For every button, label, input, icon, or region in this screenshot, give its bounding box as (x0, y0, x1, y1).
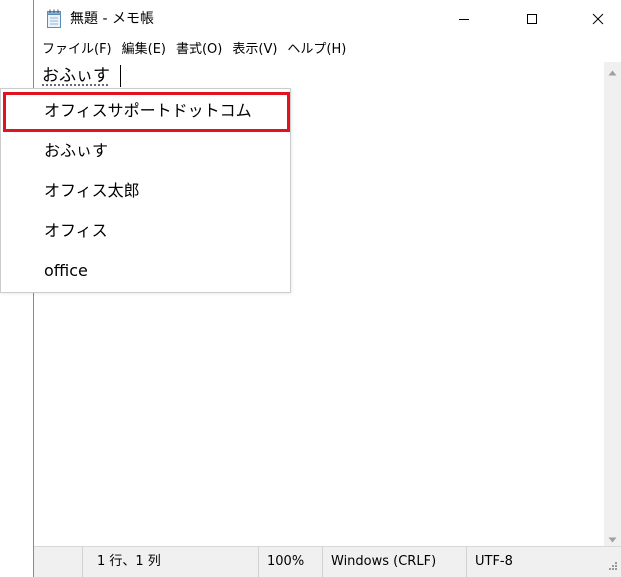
scroll-up-button[interactable] (604, 62, 621, 79)
selected-candidate-highlight (3, 92, 290, 132)
menu-help[interactable]: ヘルプ(H) (283, 40, 350, 60)
menu-file[interactable]: ファイル(F) (38, 40, 116, 60)
menu-edit[interactable]: 編集(E) (118, 40, 170, 60)
candidate-item[interactable]: オフィス (1, 211, 290, 251)
minimize-button[interactable] (441, 0, 487, 38)
candidate-item[interactable]: office (1, 251, 290, 291)
scroll-down-button[interactable] (604, 529, 621, 546)
title-bar[interactable]: 無題 - メモ帳 (34, 0, 621, 38)
minimize-icon (458, 10, 470, 29)
status-bar: 1 行、1 列 100% Windows (CRLF) UTF-8 (34, 546, 621, 577)
status-encoding: UTF-8 (466, 547, 604, 577)
menu-bar: ファイル(F) 編集(E) 書式(O) 表示(V) ヘルプ(H) (34, 38, 621, 62)
close-icon (592, 10, 604, 29)
status-zoom: 100% (258, 547, 322, 577)
candidate-item[interactable]: オフィス太郎 (1, 171, 290, 211)
status-line-ending: Windows (CRLF) (322, 547, 466, 577)
maximize-icon (526, 10, 538, 29)
candidate-item[interactable]: おふぃす (1, 131, 290, 171)
window-title: 無題 - メモ帳 (70, 11, 154, 27)
status-cursor-position: 1 行、1 列 (82, 547, 258, 577)
notepad-icon (46, 9, 62, 28)
vertical-scrollbar[interactable] (604, 62, 621, 546)
chevron-down-icon (608, 528, 617, 547)
menu-format[interactable]: 書式(O) (172, 40, 226, 60)
menu-view[interactable]: 表示(V) (228, 40, 281, 60)
close-button[interactable] (575, 0, 621, 38)
ime-candidate-list: オフィスサポートドットコム おふぃす オフィス太郎 オフィス office (0, 88, 291, 293)
maximize-button[interactable] (509, 0, 555, 38)
composition-text: おふぃす (42, 66, 110, 86)
text-caret (120, 65, 121, 87)
resize-grip-icon[interactable] (606, 561, 618, 573)
chevron-up-icon (608, 61, 617, 80)
